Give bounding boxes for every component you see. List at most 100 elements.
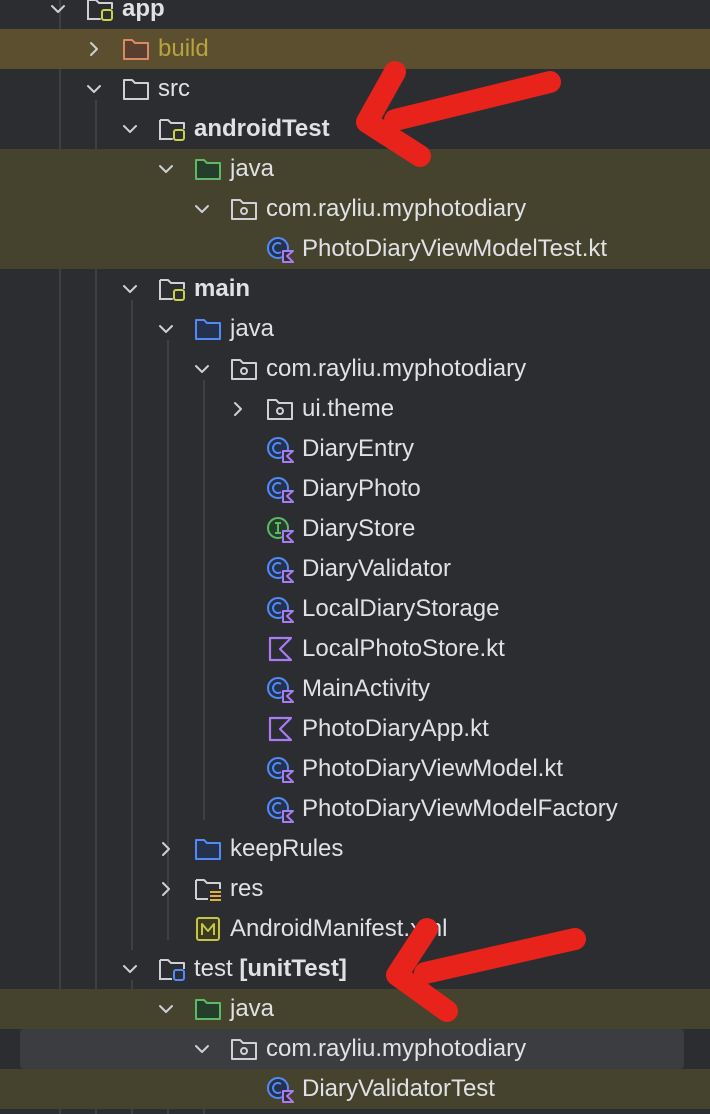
chevron-down-icon[interactable]: [194, 1041, 210, 1057]
tree-item-text: com.rayliu.myphotodiary: [266, 195, 527, 222]
resources-folder-icon: [194, 875, 222, 903]
tree-item-label: PhotoDiaryViewModelTest.kt: [302, 229, 607, 269]
chevron-down-icon[interactable]: [194, 201, 210, 217]
red-arrow-unittest: [386, 918, 586, 1022]
chevron-right-icon[interactable]: [230, 401, 246, 417]
tree-row[interactable]: DiaryPhoto: [0, 469, 710, 509]
manifest-icon: [194, 915, 222, 943]
chevron-down-icon[interactable]: [158, 1001, 174, 1017]
chevron-down-icon[interactable]: [86, 81, 102, 97]
tree-row[interactable]: PhotoDiaryViewModelFactory: [0, 789, 710, 829]
tree-row[interactable]: test [unitTest]: [0, 949, 710, 989]
tree-item-text: src: [158, 75, 190, 102]
source-set-tag: [unitTest]: [239, 955, 347, 982]
tree-item-text: PhotoDiaryViewModel.kt: [302, 755, 564, 782]
tree-row[interactable]: LocalPhotoStore.kt: [0, 629, 710, 669]
package-icon: [230, 355, 258, 383]
tree-item-text: build: [158, 35, 209, 62]
source-folder-icon: [194, 315, 222, 343]
tree-item-text: PhotoDiaryViewModelFactory: [302, 795, 618, 822]
tree-item-text: test: [194, 955, 233, 982]
kotlin-class-icon: [266, 435, 294, 463]
tree-item-label: keepRules: [230, 829, 343, 869]
tree-row[interactable]: AndroidManifest.xml: [0, 909, 710, 949]
tree-item-label: com.rayliu.myphotodiary: [266, 1029, 526, 1069]
tree-item-text: keepRules: [230, 835, 344, 862]
tree-item-text: LocalDiaryStorage: [302, 595, 500, 622]
tree-item-text: java: [230, 155, 275, 182]
tree-row[interactable]: MainActivity: [0, 669, 710, 709]
chevron-down-icon[interactable]: [194, 361, 210, 377]
tree-row[interactable]: DiaryValidator: [0, 549, 710, 589]
kotlin-interface-icon: [266, 515, 294, 543]
kotlin-class-icon: [266, 235, 294, 263]
tree-item-label: app: [122, 0, 165, 29]
tree-row[interactable]: PhotoDiaryViewModelTest.kt: [0, 229, 710, 269]
tree-item-text: DiaryValidator: [302, 555, 451, 582]
tree-item-label: DiaryValidatorTest: [302, 1069, 495, 1109]
kotlin-class-icon: [266, 795, 294, 823]
tree-item-text: java: [230, 315, 275, 342]
tree-item-text: androidTest: [194, 115, 330, 142]
tree-row[interactable]: DiaryValidatorTest: [0, 1069, 710, 1109]
tree-item-text: ui.theme: [302, 395, 395, 422]
tree-item-label: com.rayliu.myphotodiary: [266, 189, 526, 229]
tree-row[interactable]: java: [0, 309, 710, 349]
kotlin-class-icon: [266, 595, 294, 623]
tree-row[interactable]: com.rayliu.myphotodiary: [0, 189, 710, 229]
tree-item-text: res: [230, 875, 264, 902]
tree-row[interactable]: DiaryStore: [0, 509, 710, 549]
tree-row[interactable]: PhotoDiaryApp.kt: [0, 709, 710, 749]
tree-item-text: java: [230, 995, 275, 1022]
tree-item-label: res: [230, 869, 263, 909]
package-icon: [230, 1035, 258, 1063]
tree-item-text: main: [194, 275, 251, 302]
tree-item-text: com.rayliu.myphotodiary: [266, 1035, 527, 1062]
tree-row[interactable]: java: [0, 989, 710, 1029]
tree-item-label: PhotoDiaryViewModel.kt: [302, 749, 563, 789]
tree-item-text: com.rayliu.myphotodiary: [266, 355, 527, 382]
chevron-down-icon[interactable]: [122, 281, 138, 297]
tree-item-text: DiaryValidatorTest: [302, 1075, 495, 1102]
kotlin-class-icon: [266, 475, 294, 503]
excluded-folder-icon: [122, 35, 150, 63]
tree-item-label: MainActivity: [302, 669, 430, 709]
folder-icon: [122, 75, 150, 103]
tree-item-label: build: [158, 29, 209, 69]
package-icon: [230, 195, 258, 223]
kotlin-file-icon: [266, 635, 294, 663]
chevron-down-icon[interactable]: [50, 1, 66, 17]
tree-item-text: DiaryStore: [302, 515, 416, 542]
tree-item-text: LocalPhotoStore.kt: [302, 635, 505, 662]
kotlin-class-icon: [266, 755, 294, 783]
tree-row[interactable]: ui.theme: [0, 389, 710, 429]
tree-row[interactable]: com.rayliu.myphotodiary: [0, 349, 710, 389]
tree-row[interactable]: com.rayliu.myphotodiary: [0, 1029, 710, 1069]
chevron-down-icon[interactable]: [158, 321, 174, 337]
tree-row[interactable]: res: [0, 869, 710, 909]
tree-item-label: ui.theme: [302, 389, 394, 429]
tree-item-label: main: [194, 269, 250, 309]
tree-item-label: java: [230, 309, 274, 349]
chevron-right-icon[interactable]: [158, 841, 174, 857]
tree-item-text: MainActivity: [302, 675, 431, 702]
tree-item-label: test [unitTest]: [194, 949, 347, 989]
tree-row[interactable]: PhotoDiaryViewModel.kt: [0, 749, 710, 789]
tree-row[interactable]: app: [0, 0, 710, 29]
tree-item-label: java: [230, 149, 274, 189]
module-folder-icon: [86, 0, 114, 23]
tree-row[interactable]: main: [0, 269, 710, 309]
chevron-down-icon[interactable]: [158, 161, 174, 177]
tree-row[interactable]: DiaryEntry: [0, 429, 710, 469]
chevron-down-icon[interactable]: [122, 961, 138, 977]
tree-item-label: DiaryValidator: [302, 549, 451, 589]
chevron-right-icon[interactable]: [86, 41, 102, 57]
module-folder-icon: [158, 115, 186, 143]
chevron-right-icon[interactable]: [158, 881, 174, 897]
tree-item-label: PhotoDiaryApp.kt: [302, 709, 489, 749]
tree-row[interactable]: keepRules: [0, 829, 710, 869]
tree-item-label: PhotoDiaryViewModelFactory: [302, 789, 618, 829]
tree-item-text: DiaryEntry: [302, 435, 415, 462]
tree-row[interactable]: LocalDiaryStorage: [0, 589, 710, 629]
chevron-down-icon[interactable]: [122, 121, 138, 137]
